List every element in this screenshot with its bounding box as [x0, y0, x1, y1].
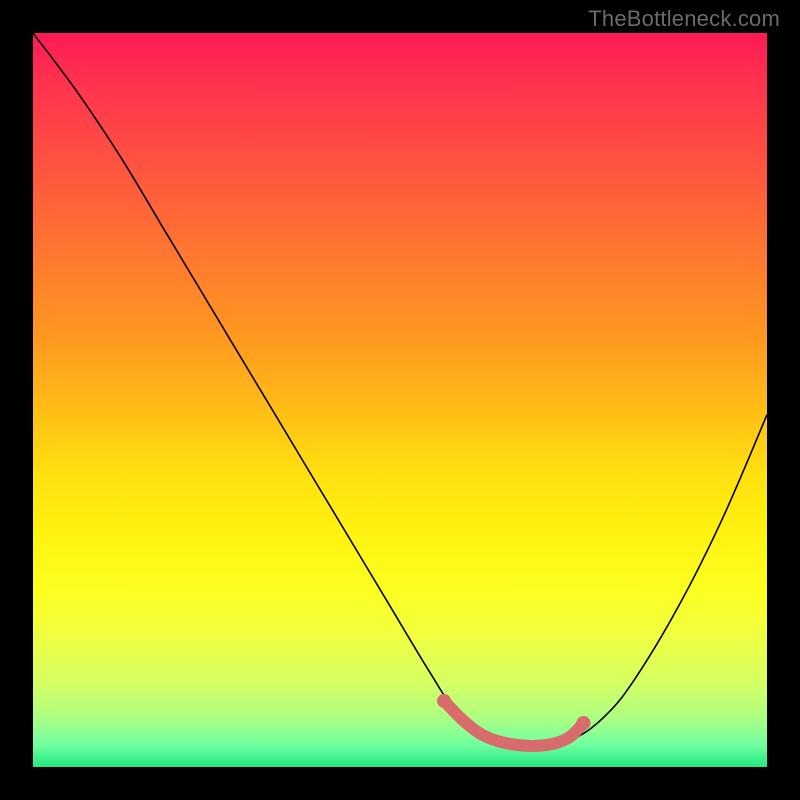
highlight-start-dot: [437, 694, 451, 708]
bottleneck-curve: [33, 33, 767, 746]
chart-svg: [33, 33, 767, 767]
optimal-highlight: [444, 701, 584, 746]
highlight-end-dot: [577, 716, 591, 730]
watermark-text: TheBottleneck.com: [588, 6, 780, 32]
chart-frame: TheBottleneck.com: [0, 0, 800, 800]
plot-area: [33, 33, 767, 767]
